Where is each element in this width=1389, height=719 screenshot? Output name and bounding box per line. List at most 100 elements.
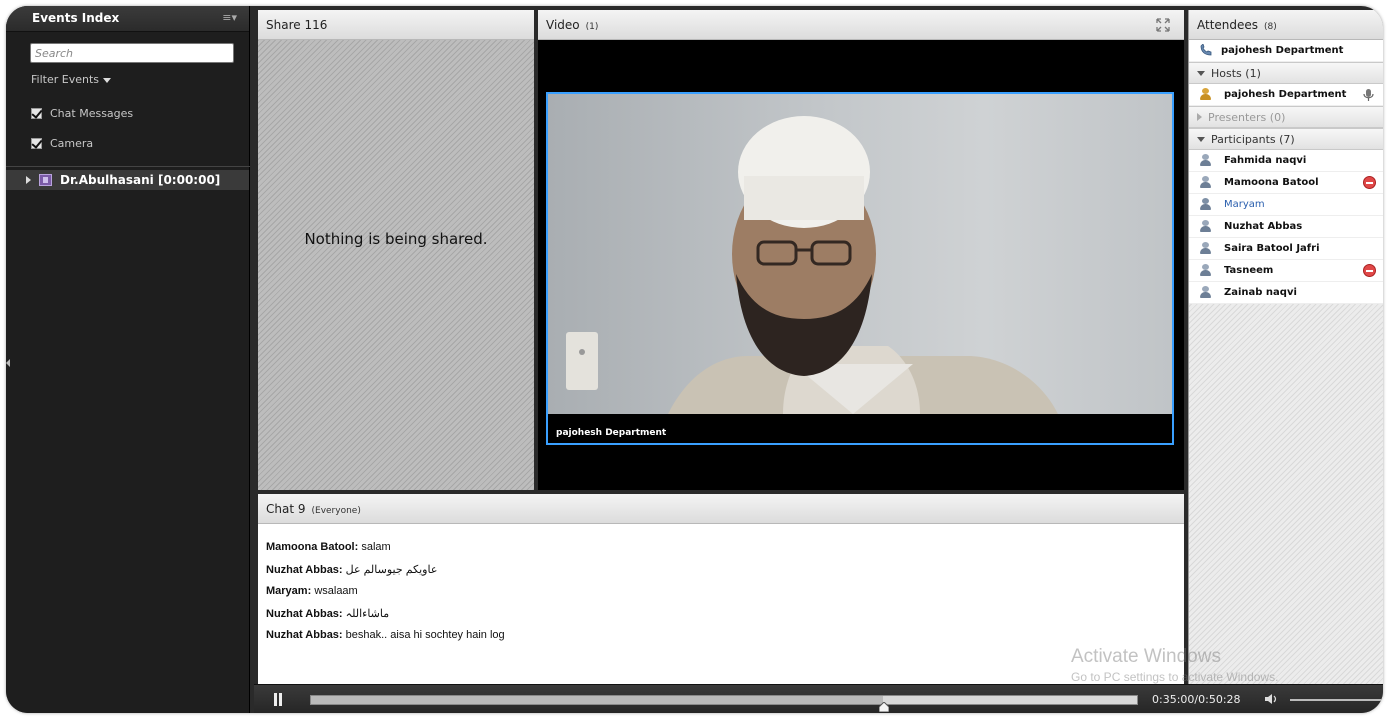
fullscreen-icon[interactable] [1156,18,1170,32]
seek-progress [311,696,883,704]
video-feed-name: pajohesh Department [556,428,667,438]
chat-message: Nuzhat Abbas: عاو‌یکم جیوسالم عل [266,563,437,576]
events-index-title: Events Index [32,11,120,25]
collapsed-arrow-icon [1197,113,1202,121]
collapse-panel-icon[interactable] [6,359,10,367]
participant-name: Tasneem [1224,265,1274,276]
participant-avatar-icon [1199,242,1214,255]
checkbox-checked-icon[interactable] [31,138,42,149]
camera-image [548,94,1172,414]
chat-pod: Chat 9 (Everyone) Mamoona Batool: salam N… [258,494,1184,684]
participant-name: Zainab naqvi [1224,287,1297,298]
app-window: Events Index ≡▾ Filter Events Chat Messa… [6,6,1383,713]
volume-icon[interactable] [1264,693,1278,705]
filter-chat-messages-checkbox[interactable]: Chat Messages [31,107,133,120]
attendees-title-label: Attendees [1197,18,1259,32]
speaker-figure [566,116,1058,414]
video-title-label: Video [546,18,580,32]
chat-scope: (Everyone) [311,506,361,516]
participant-item[interactable]: Nuzhat Abbas [1189,216,1383,238]
filter-camera-checkbox[interactable]: Camera [31,137,93,150]
presenters-section[interactable]: Presenters (0) [1189,106,1383,128]
host-item[interactable]: pajohesh Department [1189,84,1383,106]
share-pod-content: Nothing is being shared. [258,40,534,490]
watermark-line-2: Go to PC settings to activate Windows. [1071,670,1279,684]
event-item[interactable]: Dr.Abulhasani [0:00:00] [6,170,249,190]
video-pod: Video (1) pajohesh Department [538,10,1184,490]
panel-menu-icon[interactable]: ≡▾ [222,11,237,24]
video-pod-title: Video (1) [546,18,598,32]
host-name: pajohesh Department [1224,89,1347,100]
attendees-pod-title: Attendees (8) [1197,18,1277,32]
participants-section[interactable]: Participants (7) [1189,128,1383,150]
participant-name: Saira Batool Jafri [1224,243,1320,254]
chat-messages: Mamoona Batool: salam Nuzhat Abbas: عاو‌… [258,524,1184,684]
watermark-line-1: Activate Windows [1071,646,1221,667]
video-feed[interactable]: pajohesh Department [546,92,1174,445]
chat-sender: Nuzhat Abbas: [266,608,343,620]
participant-item[interactable]: Mamoona Batool [1189,172,1383,194]
participant-item[interactable]: Maryam [1189,194,1383,216]
filter-events-dropdown[interactable]: Filter Events [31,73,111,86]
chat-text: salam [361,541,391,553]
chat-sender: Nuzhat Abbas: [266,564,343,576]
playback-time: 0:35:00/0:50:28 [1152,693,1241,706]
hosts-section[interactable]: Hosts (1) [1189,62,1383,84]
chat-sender: Mamoona Batool: [266,541,359,553]
chat-message: Mamoona Batool: salam [266,541,391,553]
activation-watermark: Activate Windows Go to PC settings to ac… [1071,646,1278,684]
phone-icon [1200,44,1212,56]
seek-bar[interactable] [310,695,1138,705]
share-pod-title: Share 116 [266,18,328,32]
attendees-count: (8) [1264,22,1277,32]
participant-avatar-icon [1199,198,1214,211]
chat-sender: Nuzhat Abbas: [266,629,343,641]
seek-handle-icon[interactable] [879,702,889,712]
chat-title-label: Chat 9 [266,502,306,516]
caret-down-icon [102,77,111,83]
participant-name: Mamoona Batool [1224,177,1319,188]
attendees-list: pajohesh Department Hosts (1) pajohesh D… [1189,40,1383,684]
participant-avatar-icon [1199,176,1214,189]
attendees-pod: Attendees (8) pajohesh Department Hosts (… [1188,10,1383,684]
video-pod-header: Video (1) [538,10,1184,40]
chat-text: wsalaam [314,585,358,597]
chat-message: Maryam: wsalaam [266,585,358,597]
remove-status-icon [1363,176,1376,189]
microphone-icon[interactable] [1362,88,1376,102]
recording-event-icon [39,174,52,186]
divider [6,166,250,167]
hosts-section-label: Hosts (1) [1211,66,1261,80]
event-item-label: Dr.Abulhasani [0:00:00] [60,173,221,187]
attendees-pod-header: Attendees (8) [1189,10,1383,40]
participant-item[interactable]: Fahmida naqvi [1189,150,1383,172]
expanded-arrow-icon [1197,136,1205,142]
participant-item[interactable]: Zainab naqvi [1189,282,1383,304]
events-index-panel: Events Index ≡▾ Filter Events Chat Messa… [6,6,250,713]
presenters-section-label: Presenters (0) [1208,110,1286,124]
phone-attendee-name: pajohesh Department [1221,45,1344,56]
video-pod-content: pajohesh Department [538,40,1184,490]
participant-item[interactable]: Tasneem [1189,260,1383,282]
expand-arrow-icon[interactable] [26,176,31,184]
checkbox-checked-icon[interactable] [31,108,42,119]
participant-avatar-icon [1199,286,1214,299]
video-count: (1) [585,22,599,32]
playback-bar: 0:35:00/0:50:28 [254,684,1383,713]
share-empty-message: Nothing is being shared. [304,230,488,248]
volume-slider[interactable] [1290,699,1383,701]
participant-item[interactable]: Saira Batool Jafri [1189,238,1383,260]
participants-section-label: Participants (7) [1211,132,1295,146]
participant-name: Fahmida naqvi [1224,155,1307,166]
expanded-arrow-icon [1197,70,1205,76]
search-input[interactable] [30,43,234,63]
share-pod-header: Share 116 [258,10,534,40]
chat-text: ماشاءاللہ [345,608,390,620]
chat-text: beshak.. aisa hi sochtey hain log [345,629,505,641]
share-pod: Share 116 Nothing is being shared. [258,10,534,490]
participant-avatar-icon [1199,154,1214,167]
pause-icon[interactable] [272,693,284,706]
participant-avatar-icon [1199,220,1214,233]
participant-avatar-icon [1199,264,1214,277]
phone-attendee[interactable]: pajohesh Department [1189,40,1383,62]
